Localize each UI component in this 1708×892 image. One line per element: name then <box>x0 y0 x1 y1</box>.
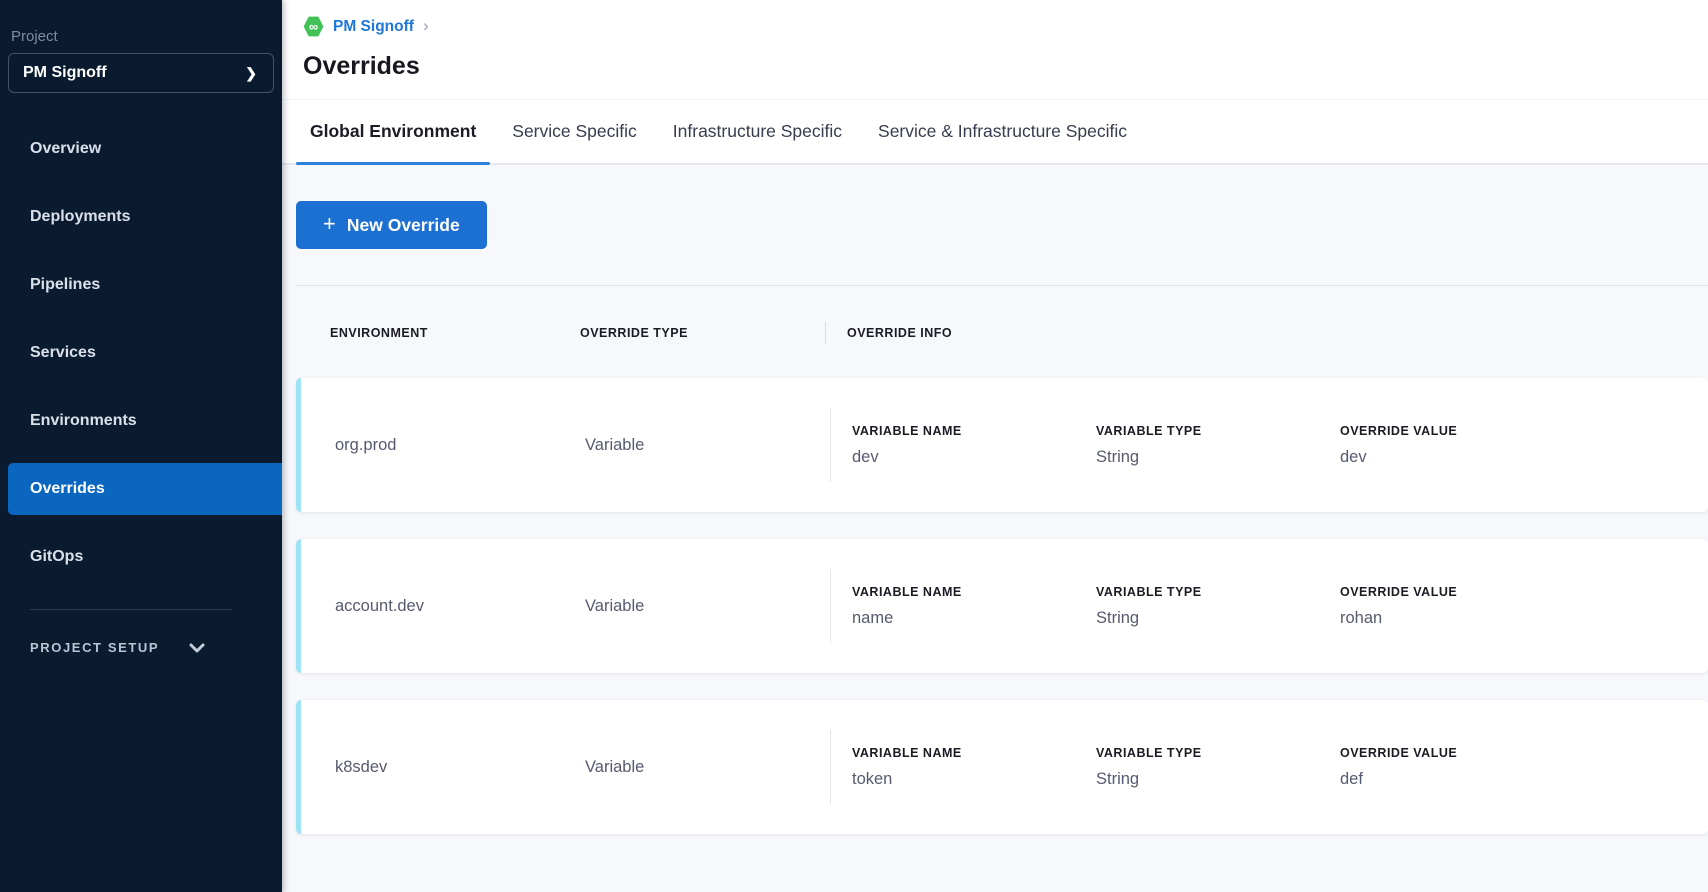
variable-name-cell: VARIABLE NAME dev <box>852 424 1096 467</box>
page-header: ∞ PM Signoff › Overrides Global Environm… <box>282 0 1708 165</box>
override-row[interactable]: org.prod Variable VARIABLE NAME dev VARI… <box>296 378 1708 512</box>
override-value-label: OVERRIDE VALUE <box>1340 585 1584 599</box>
row-override-type: Variable <box>585 758 830 777</box>
override-info-group: VARIABLE NAME name VARIABLE TYPE String … <box>831 585 1584 628</box>
sidebar-item-label: Overview <box>30 140 101 158</box>
sidebar-nav: Overview Deployments Pipelines Services … <box>0 123 282 583</box>
variable-type-cell: VARIABLE TYPE String <box>1096 746 1340 789</box>
project-icon: ∞ <box>303 16 324 37</box>
column-header-override-info: OVERRIDE INFO <box>847 326 952 340</box>
sidebar-item-label: Pipelines <box>30 276 100 294</box>
variable-name-value: name <box>852 609 1096 628</box>
sidebar-item-deployments[interactable]: Deployments <box>8 191 282 243</box>
tab-service-specific[interactable]: Service Specific <box>512 100 637 163</box>
project-icon-glyph: ∞ <box>309 20 318 33</box>
override-value-cell: OVERRIDE VALUE dev <box>1340 424 1584 467</box>
project-setup-label: PROJECT SETUP <box>30 640 159 655</box>
variable-type-value: String <box>1096 448 1340 467</box>
breadcrumb-project-link[interactable]: PM Signoff <box>333 18 414 36</box>
sidebar-divider <box>30 609 232 610</box>
sidebar-item-label: Environments <box>30 412 137 430</box>
sidebar-item-overview[interactable]: Overview <box>8 123 282 175</box>
variable-name-value: dev <box>852 448 1096 467</box>
row-environment: k8sdev <box>301 758 585 777</box>
override-info-group: VARIABLE NAME dev VARIABLE TYPE String O… <box>831 424 1584 467</box>
variable-type-label: VARIABLE TYPE <box>1096 746 1340 760</box>
sidebar-item-label: GitOps <box>30 548 83 566</box>
override-value-label: OVERRIDE VALUE <box>1340 424 1584 438</box>
override-value-value: def <box>1340 770 1584 789</box>
chevron-right-icon: ❯ <box>245 65 257 82</box>
sidebar-item-label: Overrides <box>30 480 105 498</box>
project-selector-value: PM Signoff <box>23 64 107 82</box>
variable-name-cell: VARIABLE NAME token <box>852 746 1096 789</box>
variable-name-label: VARIABLE NAME <box>852 424 1096 438</box>
chevron-down-icon <box>189 643 205 653</box>
sidebar-item-label: Services <box>30 344 96 362</box>
tab-infrastructure-specific[interactable]: Infrastructure Specific <box>673 100 842 163</box>
variable-type-value: String <box>1096 609 1340 628</box>
override-value-value: rohan <box>1340 609 1584 628</box>
override-tabs: Global Environment Service Specific Infr… <box>282 99 1708 165</box>
breadcrumb: ∞ PM Signoff › <box>282 16 1708 37</box>
table-header-row: ENVIRONMENT OVERRIDE TYPE OVERRIDE INFO <box>296 286 1708 378</box>
tab-label: Service Specific <box>512 121 637 142</box>
row-override-type: Variable <box>585 597 830 616</box>
column-header-override-type: OVERRIDE TYPE <box>580 326 825 340</box>
new-override-button[interactable]: + New Override <box>296 201 487 249</box>
tab-service-and-infrastructure-specific[interactable]: Service & Infrastructure Specific <box>878 100 1127 163</box>
tab-label: Global Environment <box>310 121 476 142</box>
project-label: Project <box>11 28 282 45</box>
override-row[interactable]: k8sdev Variable VARIABLE NAME token VARI… <box>296 700 1708 834</box>
sidebar-item-label: Deployments <box>30 208 130 226</box>
variable-name-value: token <box>852 770 1096 789</box>
variable-name-label: VARIABLE NAME <box>852 585 1096 599</box>
override-value-cell: OVERRIDE VALUE rohan <box>1340 585 1584 628</box>
variable-type-value: String <box>1096 770 1340 789</box>
row-environment: org.prod <box>301 436 585 455</box>
variable-name-cell: VARIABLE NAME name <box>852 585 1096 628</box>
variable-type-cell: VARIABLE TYPE String <box>1096 585 1340 628</box>
main-content: ∞ PM Signoff › Overrides Global Environm… <box>282 0 1708 892</box>
overrides-content: + New Override ENVIRONMENT OVERRIDE TYPE… <box>282 165 1708 892</box>
override-row[interactable]: account.dev Variable VARIABLE NAME name … <box>296 539 1708 673</box>
variable-type-cell: VARIABLE TYPE String <box>1096 424 1340 467</box>
tab-global-environment[interactable]: Global Environment <box>310 100 476 163</box>
header-separator <box>825 322 826 344</box>
variable-name-label: VARIABLE NAME <box>852 746 1096 760</box>
variable-type-label: VARIABLE TYPE <box>1096 585 1340 599</box>
sidebar-item-gitops[interactable]: GitOps <box>8 531 282 583</box>
project-setup-toggle[interactable]: PROJECT SETUP <box>30 640 282 655</box>
variable-type-label: VARIABLE TYPE <box>1096 424 1340 438</box>
override-value-value: dev <box>1340 448 1584 467</box>
page-title: Overrides <box>303 49 1708 83</box>
override-value-cell: OVERRIDE VALUE def <box>1340 746 1584 789</box>
column-header-environment: ENVIRONMENT <box>330 326 580 340</box>
project-sidebar: Project PM Signoff ❯ Overview Deployment… <box>0 0 282 892</box>
row-override-type: Variable <box>585 436 830 455</box>
breadcrumb-chevron-icon: › <box>423 16 429 36</box>
new-override-button-label: New Override <box>347 215 460 236</box>
override-info-group: VARIABLE NAME token VARIABLE TYPE String… <box>831 746 1584 789</box>
tab-label: Infrastructure Specific <box>673 121 842 142</box>
sidebar-item-services[interactable]: Services <box>8 327 282 379</box>
sidebar-item-overrides[interactable]: Overrides <box>8 463 282 515</box>
tab-label: Service & Infrastructure Specific <box>878 121 1127 142</box>
override-value-label: OVERRIDE VALUE <box>1340 746 1584 760</box>
sidebar-item-environments[interactable]: Environments <box>8 395 282 447</box>
sidebar-item-pipelines[interactable]: Pipelines <box>8 259 282 311</box>
plus-icon: + <box>323 213 336 235</box>
project-selector[interactable]: PM Signoff ❯ <box>8 53 274 93</box>
row-environment: account.dev <box>301 597 585 616</box>
